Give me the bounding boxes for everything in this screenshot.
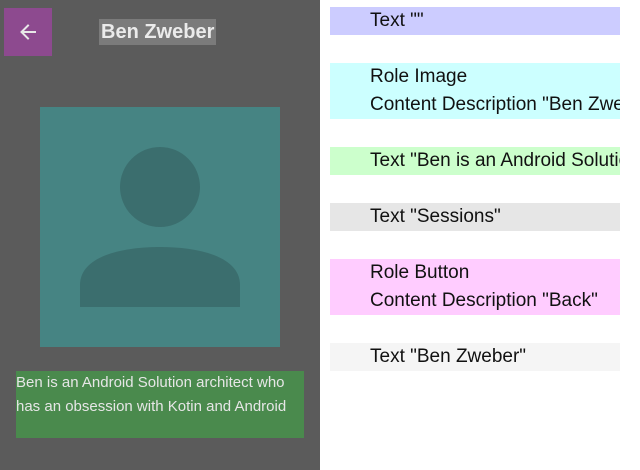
semantics-line: Text "Ben Zweber" (370, 346, 527, 367)
page-title: Ben Zweber (99, 19, 217, 45)
avatar-image (40, 107, 280, 347)
bio-text: Ben is an Android Solution architect who… (16, 371, 304, 438)
semantics-item-title: Text "Ben Zweber" (330, 343, 620, 371)
semantics-line: Text "" (370, 10, 424, 31)
semantics-item-text-empty: Text "" (330, 7, 620, 35)
semantics-item-sessions: Text "Sessions" (330, 203, 620, 231)
back-button[interactable] (4, 8, 52, 56)
profile-screen: Ben Zweber Ben is an Android Solution ar… (0, 0, 320, 470)
semantics-line: Role Image (370, 66, 468, 87)
semantics-line: Role Button (370, 262, 470, 283)
semantics-item-bio-text: Text "Ben is an Android Solution archite… (330, 147, 620, 175)
arrow-back-icon (18, 22, 38, 42)
semantics-item-image: Role Image Content Description "Ben Zwebe… (330, 63, 620, 119)
root: Ben Zweber Ben is an Android Solution ar… (0, 0, 640, 470)
semantics-line: Text "Ben is an Android Solution archite… (370, 150, 620, 171)
semantics-line: Content Description "Back" (370, 290, 598, 311)
person-placeholder-icon (40, 107, 280, 347)
semantics-item-back-button: Role Button Content Description "Back" (330, 259, 620, 315)
semantics-line: Content Description "Ben Zweber" (370, 94, 620, 115)
semantics-line: Text "Sessions" (370, 206, 501, 227)
